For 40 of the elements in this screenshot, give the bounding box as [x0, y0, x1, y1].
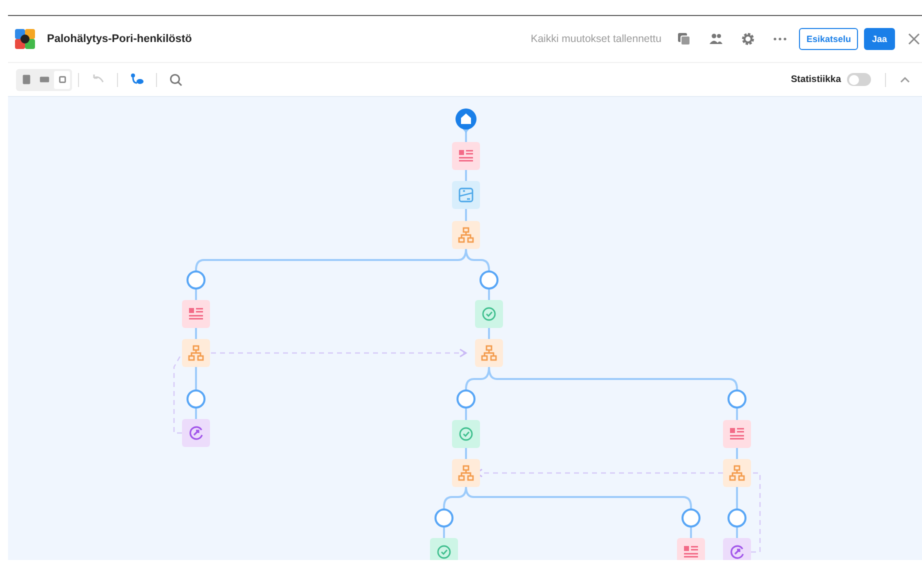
settings-icon[interactable]	[740, 31, 756, 47]
add-step-circle[interactable]	[480, 270, 498, 290]
save-status: Kaikki muutokset tallennettu	[530, 33, 662, 45]
form-node[interactable]	[723, 420, 751, 448]
form-node[interactable]	[452, 142, 480, 170]
document-title: Palohälytys-Pori-henkilöstö	[47, 33, 192, 45]
add-step-circle[interactable]	[682, 508, 700, 528]
check-node[interactable]	[452, 420, 480, 448]
app-logo-icon	[15, 29, 35, 49]
branch-node[interactable]	[723, 459, 751, 487]
check-node[interactable]	[475, 300, 503, 328]
branch-node[interactable]	[452, 221, 480, 249]
statistics-toggle[interactable]	[847, 73, 871, 86]
close-icon[interactable]	[906, 31, 922, 47]
view-mode-tab[interactable]	[54, 70, 70, 88]
search-icon[interactable]	[168, 72, 184, 88]
add-step-circle[interactable]	[728, 390, 746, 408]
square-icon	[56, 74, 68, 85]
start-node[interactable]	[456, 108, 476, 133]
wide-rectangle-icon	[38, 74, 50, 85]
add-step-circle[interactable]	[186, 270, 206, 290]
form-node[interactable]	[182, 300, 210, 328]
people-icon[interactable]	[708, 31, 724, 47]
form-node[interactable]	[677, 538, 705, 560]
image-node[interactable]	[452, 181, 480, 209]
branch-node[interactable]	[452, 459, 480, 487]
add-step-circle[interactable]	[186, 390, 206, 408]
check-node[interactable]	[430, 538, 458, 560]
add-step-circle[interactable]	[434, 508, 454, 528]
copy-icon[interactable]	[676, 31, 692, 47]
statistics-label: Statistiikka	[790, 74, 841, 85]
preview-button[interactable]: Esikatselu	[799, 28, 858, 50]
jump-node[interactable]	[723, 538, 751, 560]
jump-node[interactable]	[182, 419, 210, 447]
branch-node[interactable]	[475, 339, 503, 367]
add-step-circle[interactable]	[456, 390, 476, 408]
share-button[interactable]: Jaa	[864, 28, 895, 50]
add-step-circle[interactable]	[728, 508, 746, 528]
tall-rectangle-icon	[20, 74, 32, 85]
branch-node[interactable]	[182, 339, 210, 367]
